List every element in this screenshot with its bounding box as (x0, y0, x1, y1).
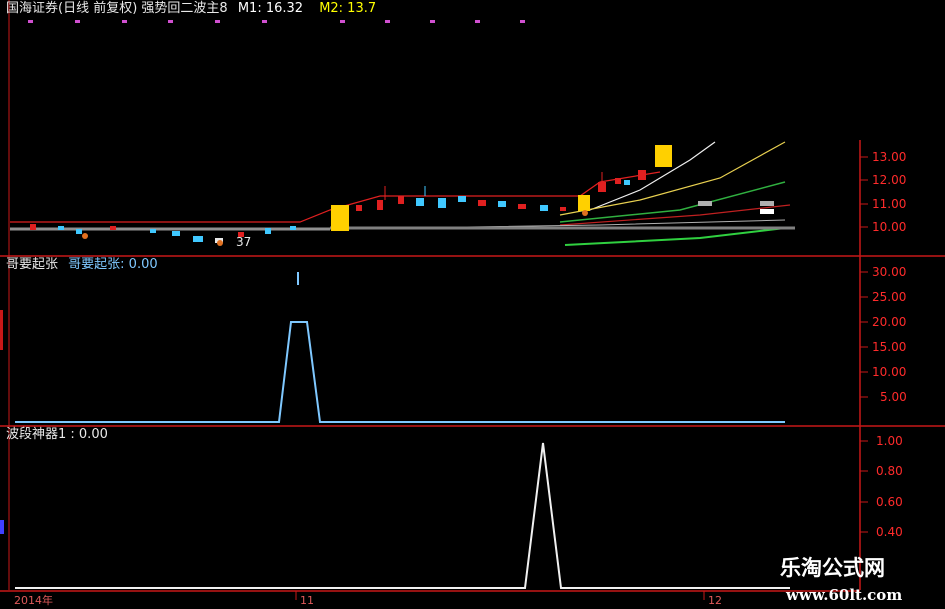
indicator1-header: 哥要起张 哥要起张: 0.00 (6, 258, 158, 271)
price-tick-12: 12.00 (872, 173, 907, 187)
ind2-tick-0.6: 0.60 (876, 495, 903, 509)
indicator1-value: 哥要起张: 0.00 (68, 257, 158, 272)
ind1-tick-15: 15.00 (872, 340, 907, 354)
ind1-tick-30: 30.00 (872, 265, 907, 279)
left-marker-1 (0, 310, 3, 350)
left-marker-2 (0, 520, 4, 534)
x-tick-12: 12 (708, 594, 722, 607)
watermark-title: 乐淘公式网 (780, 556, 885, 580)
ind2-tick-0.8: 0.80 (876, 464, 903, 478)
ma-line-green-low (564, 227, 786, 246)
m2-label: M2: 13.7 (319, 1, 377, 16)
ma-line-white (589, 141, 716, 211)
indicator1-line (15, 321, 785, 423)
indicator2-label: 波段神器1 : 0.00 (6, 427, 108, 442)
ind2-tick-1: 1.00 (876, 434, 903, 448)
low-price-marker: 37 (236, 235, 252, 249)
ind1-tick-5: 5.00 (880, 390, 907, 404)
signal-bar-3 (655, 145, 672, 167)
chart-title: 国海证券(日线 前复权) 强势回二波主8 M1: 16.32 M2: 13.7 (6, 2, 376, 15)
m1-label: M1: 16.32 (237, 1, 304, 16)
candles (30, 170, 774, 243)
ma-line-green (559, 181, 786, 223)
ind1-tick-10: 10.00 (872, 365, 907, 379)
signal-bar-2 (578, 195, 590, 211)
ind1-tick-25: 25.00 (872, 290, 907, 304)
x-tick-2014: 2014年 (14, 594, 53, 607)
stock-title: 国海证券(日线 前复权) 强势回二波主8 (6, 1, 228, 16)
price-tick-11: 11.00 (872, 197, 907, 211)
price-tick-13: 13.00 (872, 150, 907, 164)
indicator2-line (15, 442, 790, 589)
signal-bar-1 (331, 205, 349, 231)
ma-line-yellow (559, 141, 786, 216)
ind1-tick-20: 20.00 (872, 315, 907, 329)
ind2-tick-0.4: 0.40 (876, 525, 903, 539)
indicator1-name: 哥要起张 (6, 257, 59, 272)
price-tick-10: 10.00 (872, 220, 907, 234)
date-markers (28, 20, 525, 23)
chart-canvas (0, 0, 945, 600)
watermark-url: www.60lt.com (786, 586, 903, 604)
x-tick-11: 11 (300, 594, 314, 607)
